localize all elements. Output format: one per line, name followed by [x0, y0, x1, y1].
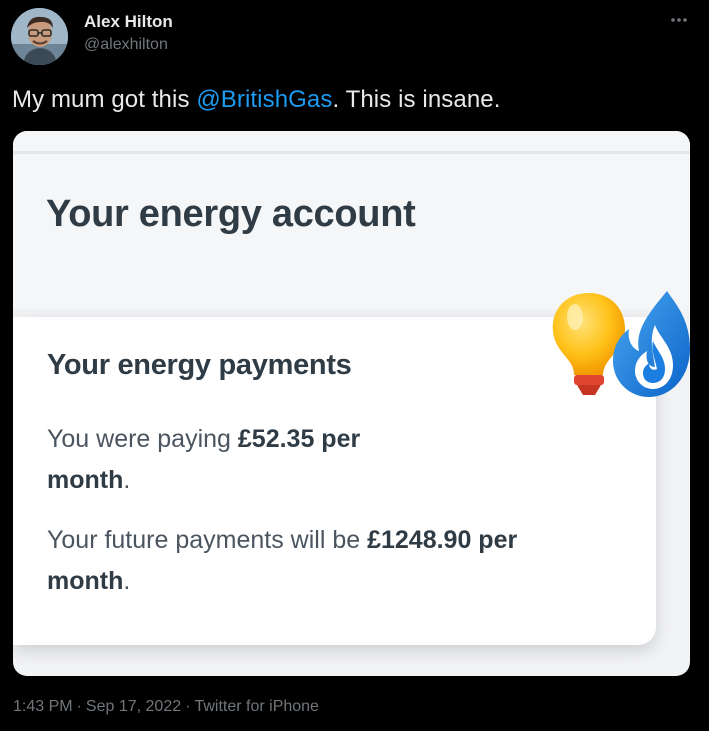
avatar-photo [11, 8, 68, 65]
mention-link[interactable]: @BritishGas [196, 86, 332, 113]
previous-payment-amount: £52.35 per [237, 425, 361, 453]
previous-payment-suffix: . [123, 466, 131, 494]
future-payment-suffix: . [123, 567, 131, 595]
author-handle[interactable]: @alexhilton [84, 36, 168, 54]
lightbulb-icon [552, 293, 625, 395]
avatar[interactable] [11, 8, 68, 65]
divider [13, 151, 690, 154]
future-payment-text: Your future payments will be £1248.90 pe… [47, 520, 627, 602]
tweet-header: Alex Hilton @alexhilton [10, 6, 699, 66]
tweet-text-after: . This is insane. [332, 86, 501, 113]
tweet-media-image[interactable]: Your energy account Your energy payments… [13, 131, 690, 676]
author-name[interactable]: Alex Hilton [84, 12, 173, 32]
tweet-text: My mum got this @BritishGas. This is ins… [12, 86, 501, 114]
previous-payment-period: month [47, 466, 124, 494]
payments-title: Your energy payments [47, 349, 352, 381]
gas-flame-icon [613, 291, 690, 397]
account-title: Your energy account [46, 193, 416, 235]
tweet-source[interactable]: Twitter for iPhone [194, 698, 319, 715]
energy-icons [549, 289, 690, 401]
more-options-button[interactable] [667, 8, 691, 32]
separator-dot: · [76, 698, 82, 715]
separator-dot: · [185, 698, 191, 715]
tweet-footer: 1:43 PM · Sep 17, 2022 · Twitter for iPhone [13, 698, 323, 716]
tweet-text-before: My mum got this [12, 86, 197, 113]
previous-payment-prefix: You were paying [47, 425, 238, 453]
previous-payment-text: You were paying £52.35 per month. [47, 419, 627, 501]
future-payment-prefix: Your future payments will be [47, 526, 368, 554]
more-dots-icon [671, 18, 687, 22]
account-header-area: Your energy account [13, 131, 690, 309]
tweet-date[interactable]: Sep 17, 2022 [86, 698, 181, 715]
future-payment-period: month [47, 567, 124, 595]
tweet-time[interactable]: 1:43 PM [13, 698, 73, 715]
future-payment-amount: £1248.90 per [367, 526, 518, 554]
